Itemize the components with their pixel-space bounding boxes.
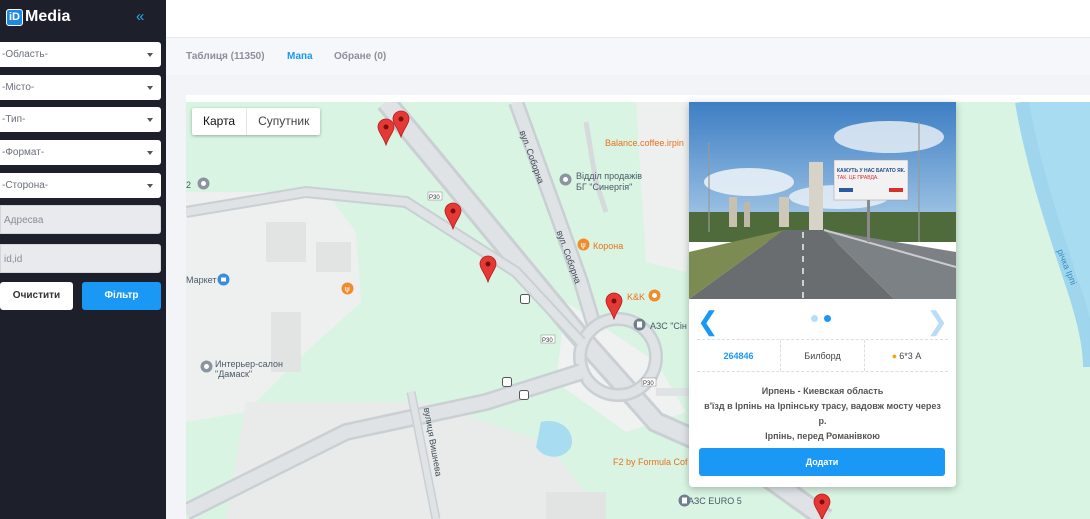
svg-text:P30: P30 [542, 338, 553, 344]
bus-stop-icon[interactable] [519, 390, 529, 400]
carousel-dot-active[interactable] [824, 315, 831, 322]
bus-stop-icon[interactable] [520, 294, 530, 304]
gas-station-icon[interactable] [678, 494, 691, 507]
billboard-marker[interactable] [444, 202, 462, 230]
side-select[interactable]: -Сторона- [0, 173, 161, 198]
restaurant-icon[interactable]: ψ [577, 238, 590, 251]
address-line-1: Ирпень - Киевская область [761, 386, 884, 396]
map-label-2: 2 [186, 180, 192, 190]
map-label-market[interactable]: Маркет [186, 275, 216, 285]
collapse-sidebar-icon[interactable]: « [136, 8, 144, 25]
logo-icon: iD [6, 8, 23, 26]
map-label-azs-sin[interactable]: АЗС "Сін [650, 321, 687, 331]
address-line-2: в'їзд в Ірпінь на Ірпінську трасу, вадов… [704, 401, 941, 426]
map-label-interior[interactable]: Интерьер-салон [215, 359, 283, 369]
billboard-info-card: КАЖУТЬ У НАС БАГАТО ЯК. ТАК. ЦЕ ПРАВДА. … [689, 102, 956, 487]
chevron-down-icon [147, 184, 153, 188]
carousel-dot[interactable] [811, 315, 818, 322]
city-select[interactable]: -Місто- [0, 75, 161, 100]
tab-favorites[interactable]: Обране (0) [334, 51, 386, 62]
billboard-id[interactable]: 264846 [723, 351, 753, 361]
map-label-azs-euro[interactable]: АЗС EURO 5 [688, 496, 742, 506]
interior-poi-icon[interactable] [200, 360, 213, 373]
logo-text: Media [25, 8, 71, 25]
billboard-id-cell: 264846 [697, 340, 781, 371]
svg-text:ψ: ψ [345, 285, 350, 294]
restaurant-icon[interactable]: ψ [341, 282, 354, 295]
map-label-sales[interactable]: Відділ продажів [576, 171, 642, 181]
chevron-down-icon [147, 86, 153, 90]
billboard-photo[interactable]: КАЖУТЬ У НАС БАГАТО ЯК. ТАК. ЦЕ ПРАВДА. [689, 102, 956, 299]
gas-station-icon[interactable] [633, 318, 646, 331]
billboard-size: 6*3 А [899, 350, 922, 361]
shopping-icon[interactable] [217, 273, 230, 286]
map-toggle-satellite[interactable]: Супутник [247, 108, 320, 135]
region-select[interactable]: -Область- [0, 42, 161, 67]
billboard-type: Билборд [804, 350, 841, 361]
type-select[interactable]: -Тип- [0, 107, 161, 132]
billboard-marker[interactable] [479, 255, 497, 283]
svg-text:P30: P30 [643, 381, 654, 387]
logo[interactable]: iD Media [6, 8, 70, 26]
side-select-value: -Сторона- [2, 180, 49, 191]
billboard-size-cell: ● 6*3 А [865, 340, 948, 371]
format-select-value: -Формат- [2, 147, 45, 158]
billboard-text-2: ТАК. ЦЕ ПРАВДА. [837, 175, 879, 181]
map-toggle-map[interactable]: Карта [192, 108, 248, 135]
chevron-down-icon [147, 118, 153, 122]
svg-text:P30: P30 [429, 195, 440, 201]
billboard-address: Ирпень - Киевская область в'їзд в Ірпінь… [699, 384, 946, 444]
sidebar: iD Media « -Область- -Місто- -Тип- -Форм… [0, 0, 166, 519]
map-label-f2[interactable]: F2 by Formula Cof [613, 457, 688, 467]
billboard-text-1: КАЖУТЬ У НАС БАГАТО ЯК. [837, 168, 906, 174]
filter-button[interactable]: Фільтр [82, 282, 161, 310]
lightbulb-icon: ● [891, 350, 898, 361]
map-label-interior2[interactable]: "Дамаск" [215, 369, 252, 379]
billboard-marker[interactable] [392, 110, 410, 138]
tab-table[interactable]: Таблиця (11350) [186, 51, 265, 62]
id-input[interactable]: id,id [0, 244, 161, 273]
type-select-value: -Тип- [2, 114, 26, 125]
add-button[interactable]: Додати [699, 448, 945, 476]
top-bar [166, 0, 1090, 38]
cafe-icon[interactable] [648, 289, 661, 302]
map-label-sales2[interactable]: БГ "Синергія" [576, 182, 632, 192]
billboard-info-row: 264846 Билборд ● 6*3 А [697, 339, 948, 372]
region-select-value: -Область- [2, 49, 48, 60]
format-select[interactable]: -Формат- [0, 140, 161, 165]
city-select-value: -Місто- [2, 82, 35, 93]
gray-poi-icon[interactable] [197, 177, 210, 190]
billboard-marker-selected[interactable] [813, 493, 831, 519]
clear-button[interactable]: Очистити [0, 282, 73, 310]
svg-text:ψ: ψ [581, 241, 586, 250]
map-label-kk[interactable]: K&K [627, 292, 645, 302]
bus-stop-icon[interactable] [502, 377, 512, 387]
tab-map[interactable]: Мапа [287, 51, 313, 62]
map-label-balance[interactable]: Balance.coffee.irpin [605, 138, 684, 148]
billboard-marker[interactable] [605, 292, 623, 320]
chevron-down-icon [147, 151, 153, 155]
billboard-type-cell: Билборд [781, 340, 865, 371]
map-label-korona[interactable]: Корона [593, 241, 623, 251]
prev-photo-arrow-icon[interactable]: ❮ [697, 306, 719, 337]
address-input[interactable]: Адресва [0, 205, 161, 234]
sales-poi-icon[interactable] [559, 173, 572, 186]
next-photo-arrow-icon[interactable]: ❯ [926, 306, 948, 337]
view-tabs: Таблиця (11350) Мапа Обране (0) [166, 38, 1090, 75]
map-type-toggle: Карта Супутник [192, 108, 321, 135]
chevron-down-icon [147, 53, 153, 57]
address-line-3: Ірпінь, перед Романівкою [765, 431, 880, 441]
